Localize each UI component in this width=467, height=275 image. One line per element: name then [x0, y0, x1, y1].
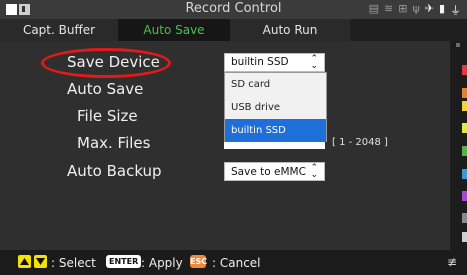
- file-size-label: File Size: [77, 107, 138, 125]
- channel-marker-orange: [462, 88, 467, 98]
- status-icons: ▤ ≋ ⊞ ψ ✈ ▮ ⏚: [369, 2, 461, 18]
- title-bar: Record Control ▤ ≋ ⊞ ψ ✈ ▮ ⏚: [0, 0, 467, 19]
- power-plug-icon: ⏚: [450, 4, 461, 17]
- bottom-help-bar: : Select ENTER : Apply ESC : Cancel ≢: [0, 250, 467, 275]
- scroll-dot-icon: [456, 43, 460, 47]
- tab-auto-save[interactable]: Auto Save: [118, 19, 230, 41]
- channel-marker-white: [462, 232, 467, 242]
- wifi-icon: ≋: [384, 2, 394, 15]
- channel-marker-red: [462, 65, 467, 75]
- satellite-icon: ✈: [424, 2, 434, 15]
- up-arrow-key-icon: [18, 255, 31, 268]
- auto-backup-select[interactable]: Save to eMMC ⌃ ⌄: [224, 162, 325, 181]
- channel-marker-purple: [462, 191, 467, 201]
- updown-chevron-icon: ⌃ ⌄: [310, 54, 318, 71]
- down-arrow-key-icon: [34, 255, 47, 268]
- channel-strip: [450, 41, 467, 250]
- auto-save-label: Auto Save: [67, 80, 144, 98]
- usb-icon: ψ: [412, 2, 420, 15]
- network-icon: ⊞: [398, 2, 408, 15]
- sd-card-icon: ▮: [438, 2, 445, 15]
- save-device-select[interactable]: builtin SSD ⌃ ⌄: [224, 53, 325, 72]
- channel-marker-lime: [462, 123, 467, 133]
- channel-marker-blue: [462, 169, 467, 179]
- settings-panel: Save Device Auto Save File Size Max. Fil…: [0, 41, 450, 250]
- dropdown-option-builtin-ssd[interactable]: builtin SSD: [225, 119, 326, 142]
- menu-icon[interactable]: ≢: [447, 255, 457, 269]
- tab-auto-run[interactable]: Auto Run: [230, 19, 350, 41]
- max-files-range: [ 1 - 2048 ]: [332, 137, 388, 148]
- save-device-dropdown: SD card USB drive builtin SSD: [224, 72, 327, 142]
- esc-key-icon: ESC: [190, 255, 208, 268]
- select-hint: : Select: [51, 256, 96, 270]
- tab-bar: Capt. Buffer Auto Save Auto Run: [0, 19, 467, 41]
- printer-icon: ▤: [368, 2, 380, 15]
- channel-marker-yellow: [462, 101, 467, 111]
- auto-backup-value: Save to eMMC: [231, 166, 306, 178]
- apply-hint: : Apply: [141, 256, 183, 270]
- cancel-hint: : Cancel: [212, 256, 261, 270]
- max-files-label: Max. Files: [77, 134, 151, 152]
- updown-chevron-icon: ⌃ ⌄: [310, 163, 318, 180]
- save-device-label: Save Device: [67, 53, 160, 71]
- channel-marker-gray: [462, 213, 467, 223]
- save-device-value: builtin SSD: [231, 56, 289, 68]
- tab-capt-buffer[interactable]: Capt. Buffer: [0, 19, 118, 41]
- auto-backup-label: Auto Backup: [67, 162, 162, 180]
- channel-marker-green: [462, 146, 467, 156]
- dropdown-option-usb-drive[interactable]: USB drive: [225, 96, 326, 119]
- enter-key-icon: ENTER: [106, 255, 142, 268]
- dropdown-option-sd-card[interactable]: SD card: [225, 73, 326, 96]
